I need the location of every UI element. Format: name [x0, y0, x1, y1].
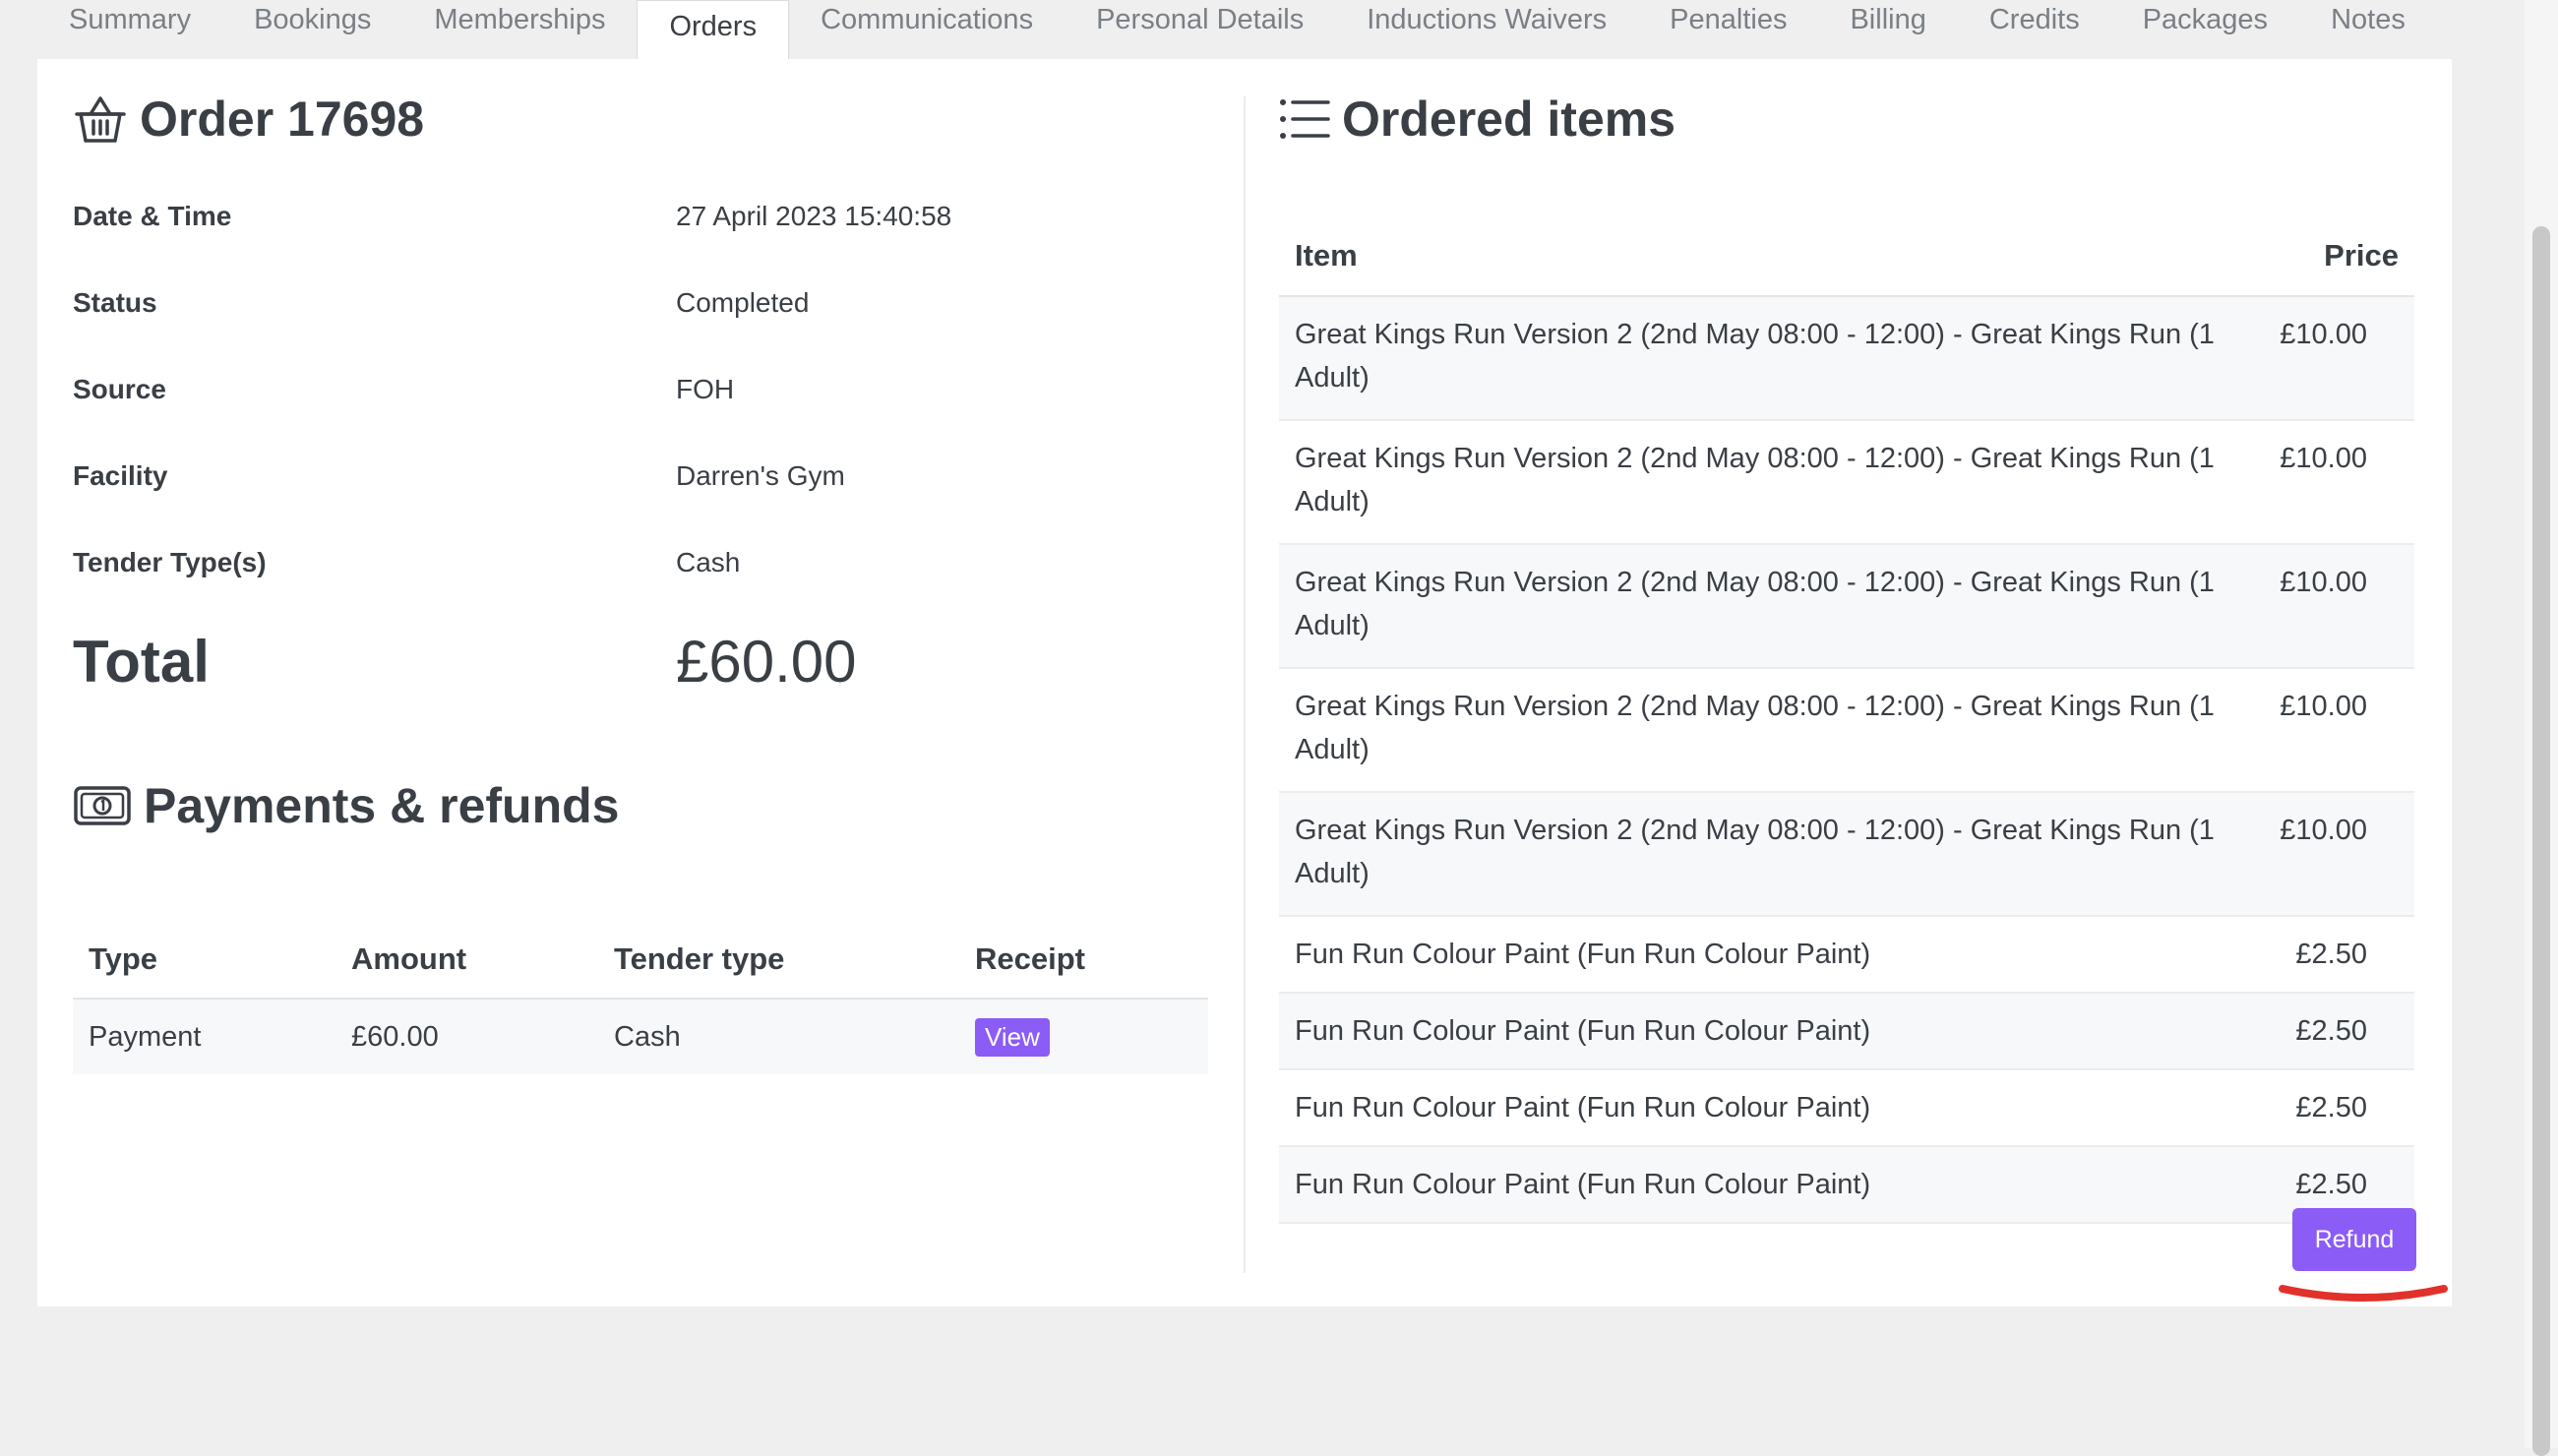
item-price: £2.50	[2264, 993, 2414, 1070]
field-value-tender-types: Cash	[676, 547, 741, 577]
item-name: Fun Run Colour Paint (Fun Run Colour Pai…	[1279, 916, 2265, 994]
items-header-row: Item Price	[1279, 216, 2414, 297]
item-name: Fun Run Colour Paint (Fun Run Colour Pai…	[1279, 1069, 2265, 1147]
tab-bookings[interactable]: Bookings	[222, 0, 402, 59]
items-header-price: Price	[2264, 216, 2414, 297]
tab-notes[interactable]: Notes	[2299, 0, 2437, 59]
field-label-datetime: Date & Time	[73, 201, 232, 231]
tab-packages[interactable]: Packages	[2111, 0, 2299, 59]
table-row: Great Kings Run Version 2 (2nd May 08:00…	[1279, 296, 2414, 421]
tab-personal-details[interactable]: Personal Details	[1065, 0, 1335, 59]
payments-header-receipt: Receipt	[959, 921, 1208, 1000]
table-row: Great Kings Run Version 2 (2nd May 08:00…	[1279, 420, 2414, 545]
table-row: Great Kings Run Version 2 (2nd May 08:00…	[1279, 792, 2414, 917]
item-name: Great Kings Run Version 2 (2nd May 08:00…	[1279, 668, 2265, 793]
item-price: £10.00	[2264, 296, 2414, 421]
items-header-item: Item	[1279, 216, 2265, 297]
item-name: Great Kings Run Version 2 (2nd May 08:00…	[1279, 420, 2265, 545]
field-label-tender-types: Tender Type(s)	[73, 547, 267, 577]
tab-memberships[interactable]: Memberships	[402, 0, 637, 59]
table-row: Fun Run Colour Paint (Fun Run Colour Pai…	[1279, 1069, 2414, 1147]
payments-header-tender: Tender type	[598, 921, 959, 1000]
table-row: Fun Run Colour Paint (Fun Run Colour Pai…	[1279, 993, 2414, 1070]
payment-type: Payment	[73, 999, 335, 1074]
payments-table: Type Amount Tender type Receipt Payment …	[73, 921, 1208, 1074]
column-divider	[1244, 96, 1246, 1273]
list-icon	[1280, 99, 1330, 139]
field-label-status: Status	[73, 287, 157, 318]
payment-amount: £60.00	[335, 999, 598, 1074]
basket-icon	[75, 96, 126, 143]
ordered-items-table: Item Price Great Kings Run Version 2 (2n…	[1279, 216, 2414, 1224]
items-title: Ordered items	[1342, 91, 1676, 147]
item-price: £2.50	[2264, 916, 2414, 994]
order-heading: Order 17698	[73, 91, 424, 148]
tab-inductions-waivers[interactable]: Inductions Waivers	[1335, 0, 1638, 59]
tab-penalties[interactable]: Penalties	[1638, 0, 1818, 59]
payments-header-type: Type	[73, 921, 335, 1000]
total-label: Total	[73, 629, 210, 695]
tab-orders[interactable]: Orders	[637, 0, 790, 59]
item-name: Fun Run Colour Paint (Fun Run Colour Pai…	[1279, 1146, 2265, 1224]
item-price: £10.00	[2264, 668, 2414, 793]
payment-receipt-cell: View	[959, 999, 1208, 1074]
item-price: £10.00	[2264, 544, 2414, 669]
total-value: £60.00	[676, 629, 857, 695]
field-value-source: FOH	[676, 374, 735, 404]
view-receipt-button[interactable]: View	[975, 1017, 1050, 1057]
table-row: Great Kings Run Version 2 (2nd May 08:00…	[1279, 668, 2414, 793]
field-value-facility: Darren's Gym	[676, 460, 845, 491]
payments-header-amount: Amount	[335, 921, 598, 1000]
items-heading: Ordered items	[1279, 91, 1675, 148]
table-row: Fun Run Colour Paint (Fun Run Colour Pai…	[1279, 916, 2414, 994]
item-name: Great Kings Run Version 2 (2nd May 08:00…	[1279, 296, 2265, 421]
item-price: £10.00	[2264, 792, 2414, 917]
order-panel: Order 17698 Date & Time 27 April 2023 15…	[37, 59, 2452, 1306]
payments-heading: Payments & refunds	[73, 777, 619, 834]
tab-credits[interactable]: Credits	[1958, 0, 2111, 59]
payments-header-row: Type Amount Tender type Receipt	[73, 921, 1208, 1000]
item-name: Great Kings Run Version 2 (2nd May 08:00…	[1279, 544, 2265, 669]
payments-title: Payments & refunds	[144, 778, 620, 833]
field-label-source: Source	[73, 374, 166, 404]
table-row: Great Kings Run Version 2 (2nd May 08:00…	[1279, 544, 2414, 669]
field-value-datetime: 27 April 2023 15:40:58	[676, 201, 952, 231]
field-label-facility: Facility	[73, 460, 168, 491]
tab-summary[interactable]: Summary	[37, 0, 222, 59]
item-price: £2.50	[2264, 1069, 2414, 1147]
payment-tender: Cash	[598, 999, 959, 1074]
table-row: Payment £60.00 Cash View	[73, 999, 1208, 1074]
scrollbar-thumb[interactable]	[2532, 226, 2550, 1456]
table-row: Fun Run Colour Paint (Fun Run Colour Pai…	[1279, 1146, 2414, 1224]
item-name: Great Kings Run Version 2 (2nd May 08:00…	[1279, 792, 2265, 917]
tab-billing[interactable]: Billing	[1818, 0, 1957, 59]
banknote-icon	[74, 786, 131, 825]
refund-button[interactable]: Refund	[2292, 1208, 2416, 1271]
tab-communications[interactable]: Communications	[789, 0, 1065, 59]
red-underline-annotation	[2279, 1285, 2448, 1302]
tab-bar: Summary Bookings Memberships Orders Comm…	[37, 0, 2437, 59]
item-price: £10.00	[2264, 420, 2414, 545]
field-value-status: Completed	[676, 287, 810, 318]
item-name: Fun Run Colour Paint (Fun Run Colour Pai…	[1279, 993, 2265, 1070]
order-title: Order 17698	[140, 91, 425, 147]
